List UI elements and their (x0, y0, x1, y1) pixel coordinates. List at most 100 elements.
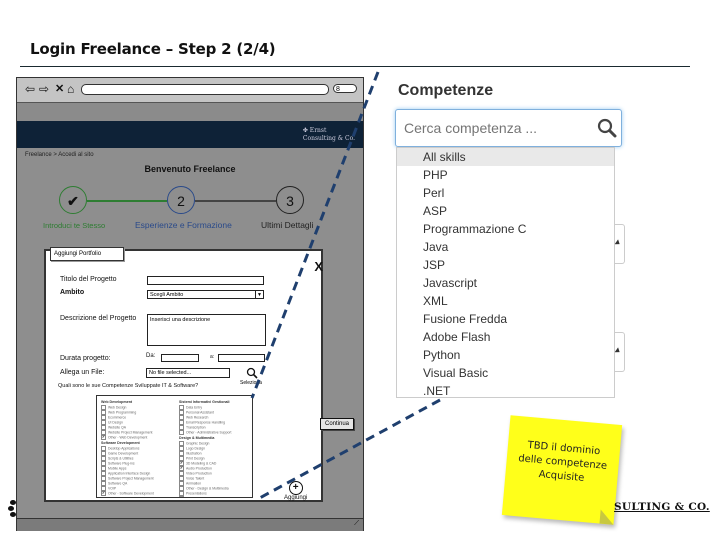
checklist-item-label: Web Research (186, 415, 209, 420)
checkbox[interactable] (101, 435, 106, 440)
title-divider (20, 66, 690, 67)
checklist-item-label: Voice Talent (186, 476, 205, 481)
modal-close-icon[interactable]: X (314, 259, 323, 274)
checklist-heading: Web Development (101, 400, 133, 404)
dropdown-option[interactable]: Perl (397, 184, 614, 202)
checklist-item-label: Graphic Design (186, 441, 210, 446)
caret-icon (614, 347, 622, 355)
url-bar[interactable] (81, 84, 329, 95)
checklist-item-label: Software QA (108, 481, 128, 486)
step-3-number: 3 (286, 193, 294, 209)
back-arrow-icon[interactable]: ⇦ (25, 82, 35, 96)
add-button[interactable]: + Aggiungi (284, 481, 307, 501)
checklist-item-label: Other - Design & Multimedia (186, 486, 229, 491)
dropdown-option[interactable]: ASP (397, 202, 614, 220)
step-2-label: Esperienze e Formazione (135, 220, 232, 230)
dropdown-option[interactable]: Python (397, 346, 614, 364)
descrizione-textarea[interactable]: Inserisci una descrizione (147, 314, 266, 346)
file-input[interactable]: No file selected... (146, 368, 230, 378)
add-portfolio-modal: Aggiungi Portfolio X Titolo del Progetto… (44, 247, 323, 502)
competenze-search-box[interactable] (395, 109, 622, 147)
step-3-circle: 3 (276, 186, 304, 214)
dropdown-option[interactable]: XML (397, 292, 614, 310)
dropdown-option[interactable]: All skills (397, 148, 614, 166)
caret-icon (614, 239, 622, 247)
checkbox[interactable] (179, 430, 184, 435)
da-label: Da: (146, 353, 156, 359)
checklist-item[interactable]: Other - Web Development (101, 435, 173, 440)
checklist-item-label: Email Response Handling (186, 420, 226, 425)
close-icon[interactable]: ✕ (55, 82, 64, 95)
dropdown-option[interactable]: Programmazione C (397, 220, 614, 238)
home-icon[interactable]: ⌂ (67, 82, 74, 96)
dot (10, 512, 16, 517)
checklist-item[interactable]: Other - Software Development (101, 491, 173, 496)
competenze-title: Competenze (398, 82, 494, 99)
dropdown-option[interactable]: Fusione Fredda (397, 310, 614, 328)
checklist-item-label: Mobile Apps (108, 466, 127, 471)
checklist-item-label: UI Design (108, 420, 123, 425)
dropdown-option[interactable]: Adobe Flash (397, 328, 614, 346)
checklist-item[interactable]: Other - Administrative Support (179, 430, 251, 435)
step-1-circle: ✔ (59, 186, 87, 214)
resize-grip-icon[interactable]: ⟋ (354, 520, 359, 528)
checklist-heading: Software Development (101, 441, 140, 445)
skills-question: Quali sono le sue Competenze Sviluppate … (58, 383, 199, 389)
browser-search-box[interactable]: 8 (333, 84, 357, 93)
competenze-dropdown: All skills PHP Perl ASP Programmazione C Java… (396, 147, 615, 398)
modal-title-tab: Aggiungi Portfolio (50, 247, 124, 261)
checkbox[interactable] (101, 491, 106, 496)
ambito-select[interactable]: Scegli Ambito ▼ (147, 290, 264, 299)
browser-statusbar: ⟋ (17, 518, 363, 531)
dropdown-option[interactable]: Visual Basic (397, 364, 614, 382)
dropdown-option[interactable]: PHP (397, 166, 614, 184)
allega-label: Allega un File: (60, 369, 105, 376)
checklist-item-label: Website Project Management (108, 430, 153, 435)
search-icon[interactable] (597, 118, 617, 143)
checkbox[interactable] (179, 496, 184, 497)
seleziona-button[interactable]: Seleziona (240, 380, 262, 386)
checklist-item-label: Web Programming (108, 410, 137, 415)
hidden-select-1[interactable] (614, 224, 625, 264)
chevron-down-icon: ▼ (255, 291, 263, 298)
titolo-input[interactable] (147, 276, 264, 285)
checklist-item-label: Other - Software Development (108, 491, 154, 496)
checklist-heading: Sistemi Informativi Gestionali (179, 400, 230, 404)
checklist-item[interactable]: Engineering & Technical Design (179, 496, 251, 497)
hidden-select-2[interactable] (614, 332, 625, 372)
checklist-column-left: Web Development Web Design Web Programming… (101, 399, 173, 498)
checklist-item-label: Transcription (186, 425, 206, 430)
dropdown-option[interactable]: JSP (397, 256, 614, 274)
logo-line-1: ✤ Ernst (302, 127, 327, 134)
checklist-heading: Networking & Information Systems (101, 497, 173, 498)
skills-checklist: Web Development Web Design Web Programming… (96, 395, 253, 498)
sticky-note-text: TBD il dominio delle competenze Acquisit… (505, 437, 620, 489)
dropdown-option[interactable]: Javascript (397, 274, 614, 292)
checklist-item-label: Video Production (186, 471, 212, 476)
competenze-search-input[interactable] (404, 120, 594, 136)
date-to-input[interactable] (218, 354, 265, 362)
dropdown-option[interactable]: Java (397, 238, 614, 256)
checklist-item-label: Print Design (186, 456, 205, 461)
step-2-number: 2 (177, 193, 185, 209)
logo-line-2: Consulting & Co. (302, 135, 355, 142)
descrizione-label: Descrizione del Progetto (60, 315, 137, 322)
site-logo[interactable]: ✤ Ernst Consulting & Co. (303, 127, 355, 143)
checklist-item-label: Presentations (186, 491, 207, 496)
add-icon: + (288, 481, 303, 495)
dropdown-option[interactable]: .NET (397, 382, 614, 400)
continue-button[interactable]: Continua (320, 418, 354, 430)
step-connector-1 (87, 200, 167, 202)
checklist-item-label: Audio Production (186, 466, 212, 471)
checklist-item-label: Personal Assistant (186, 410, 214, 415)
breadcrumb[interactable]: Freelance > Accedi al sito (25, 152, 94, 158)
checklist-item-label: Game Development (108, 451, 139, 456)
ambito-label: Ambito (60, 289, 85, 296)
checklist-item-label: Web Design (108, 405, 127, 410)
checklist-column-right: Sistemi Informativi Gestionali Data Entry… (179, 399, 251, 497)
date-from-input[interactable] (161, 354, 199, 362)
checklist-item-label: Other - Web Development (108, 435, 148, 440)
checklist-item-label: Scripts & Utilities (108, 456, 134, 461)
forward-arrow-icon[interactable]: ⇨ (39, 82, 49, 96)
a-label: a: (210, 354, 215, 360)
